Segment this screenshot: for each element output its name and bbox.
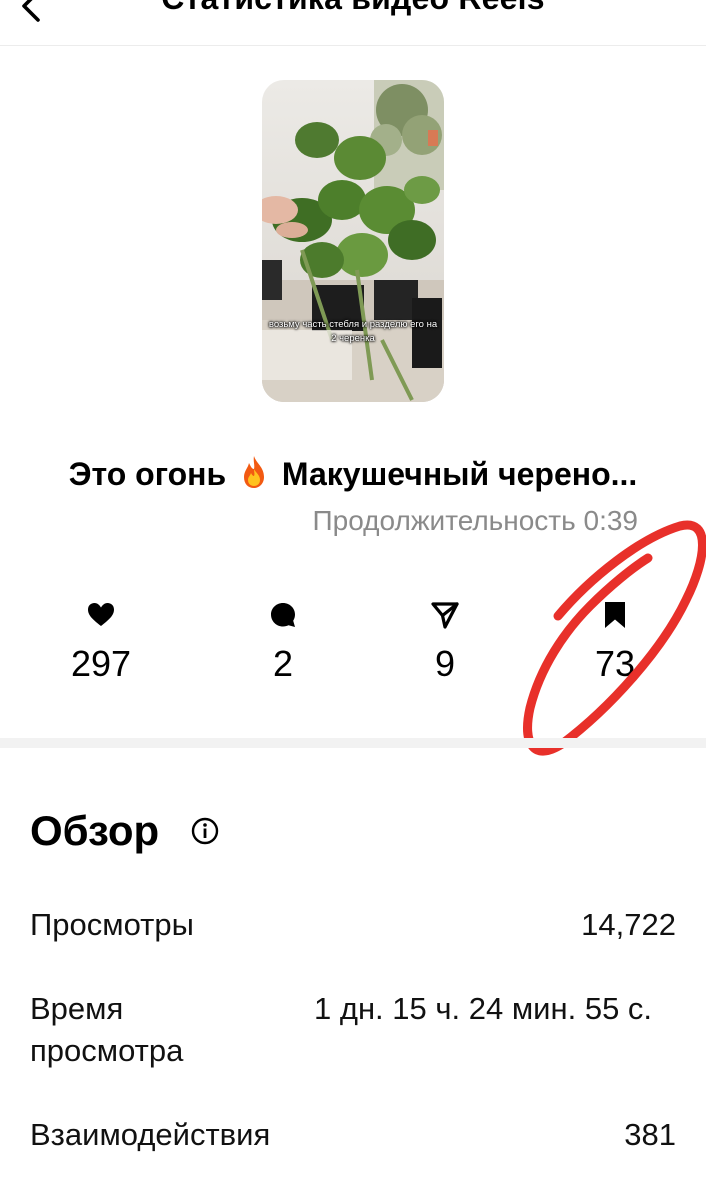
info-icon[interactable] (190, 816, 220, 846)
views-label: Просмотры (30, 907, 194, 942)
comments-count: 2 (272, 643, 294, 684)
reel-duration: Продолжительность 0:39 (312, 505, 638, 536)
reels-insights-screen: Статистика видео Reels (0, 0, 706, 1200)
stat-shares: 9 (370, 600, 520, 684)
reel-title-rest: Макушечный черено... (281, 456, 638, 492)
reel-thumbnail[interactable]: возьму часть стебля и разделю его на 2 ч… (262, 80, 444, 402)
plant-photo (262, 80, 444, 402)
overview-heading: Обзор (30, 807, 160, 854)
bookmark-icon (600, 600, 630, 630)
share-icon (430, 600, 460, 630)
fire-icon (239, 455, 269, 489)
watch-time-value: 1 дн. 15 ч. 24 мин. 55 с. (314, 991, 653, 1026)
page-title: Статистика видео Reels (0, 0, 706, 17)
stat-likes: 297 (26, 600, 176, 684)
heart-icon (86, 600, 116, 630)
comment-icon (268, 600, 298, 630)
reel-caption: возьму часть стебля и разделю его на 2 ч… (268, 319, 438, 344)
section-divider (0, 738, 706, 748)
interactions-value: 381 (624, 1117, 676, 1152)
watch-time-label: Время просмотра (30, 991, 184, 1068)
saves-count: 73 (594, 643, 636, 684)
reel-title: Это огонь Макушечный черено... (0, 455, 706, 493)
likes-count: 297 (70, 643, 132, 684)
stat-comments: 2 (208, 600, 358, 684)
stat-saves: 73 (540, 600, 690, 684)
interactions-label: Взаимодействия (30, 1117, 271, 1152)
reel-title-text: Это огонь (68, 456, 227, 492)
shares-count: 9 (434, 643, 456, 684)
views-value: 14,722 (581, 907, 676, 942)
top-bar: Статистика видео Reels (0, 0, 706, 46)
